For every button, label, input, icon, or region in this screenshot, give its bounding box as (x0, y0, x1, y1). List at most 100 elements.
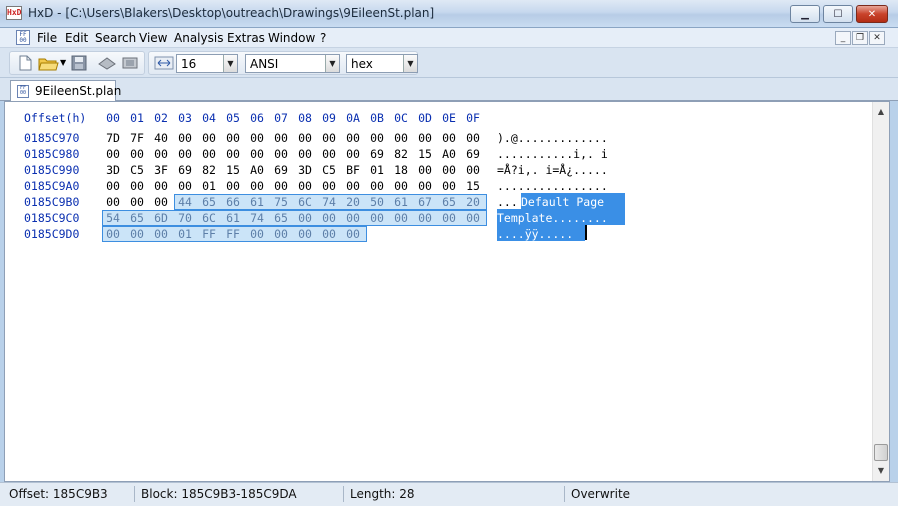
scroll-up-arrow-icon[interactable]: ▲ (873, 104, 889, 120)
charset-select[interactable]: ANSI ▼ (245, 54, 340, 73)
hex-byte[interactable]: 00 (343, 211, 363, 225)
hex-byte[interactable]: 82 (199, 163, 219, 177)
hex-byte[interactable]: 00 (391, 131, 411, 145)
hex-byte[interactable]: 69 (271, 163, 291, 177)
hex-byte[interactable]: 40 (151, 131, 171, 145)
hex-byte[interactable]: 00 (295, 211, 315, 225)
hex-byte[interactable]: 00 (247, 147, 267, 161)
hex-byte[interactable]: C5 (127, 163, 147, 177)
hex-byte[interactable]: 00 (127, 147, 147, 161)
hex-byte[interactable]: 00 (439, 131, 459, 145)
hex-byte[interactable]: 00 (439, 211, 459, 225)
hex-byte[interactable]: 00 (343, 179, 363, 193)
menu-analysis[interactable]: Analysis (174, 31, 223, 45)
chevron-down-icon[interactable]: ▼ (325, 55, 339, 72)
hex-byte[interactable]: 69 (463, 147, 483, 161)
hex-byte[interactable]: FF (223, 227, 243, 241)
hex-byte[interactable]: 00 (367, 211, 387, 225)
hex-byte[interactable]: 66 (223, 195, 243, 209)
ascii-text-selected[interactable]: Default Page (521, 195, 611, 209)
tab-9eileenst-plan[interactable]: FF 00 9EileenSt.plan (10, 80, 121, 102)
hex-byte[interactable]: 00 (391, 211, 411, 225)
hex-byte[interactable]: 6C (295, 195, 315, 209)
mdi-restore-button[interactable]: ❐ (852, 31, 868, 45)
hex-byte[interactable]: 74 (247, 211, 267, 225)
scroll-down-arrow-icon[interactable]: ▼ (873, 463, 889, 479)
hex-byte[interactable]: 00 (295, 147, 315, 161)
hex-byte[interactable]: 00 (367, 131, 387, 145)
vertical-scrollbar[interactable]: ▲ ▼ (872, 102, 889, 481)
hex-byte[interactable]: 00 (319, 131, 339, 145)
hex-byte[interactable]: 00 (343, 131, 363, 145)
hex-byte[interactable]: 00 (247, 131, 267, 145)
hex-byte[interactable]: 20 (343, 195, 363, 209)
hex-byte[interactable]: 01 (199, 179, 219, 193)
hex-byte[interactable]: 69 (367, 147, 387, 161)
hex-byte[interactable]: 00 (199, 131, 219, 145)
hex-byte[interactable]: 00 (127, 227, 147, 241)
hex-byte[interactable]: 00 (151, 195, 171, 209)
hex-byte[interactable]: 6C (199, 211, 219, 225)
hex-byte[interactable]: 67 (415, 195, 435, 209)
hex-byte[interactable]: 00 (151, 179, 171, 193)
hex-byte[interactable]: 00 (439, 163, 459, 177)
hex-byte[interactable]: 01 (175, 227, 195, 241)
hex-byte[interactable]: 00 (295, 179, 315, 193)
hex-byte[interactable]: 3D (103, 163, 123, 177)
mdi-close-button[interactable]: ✕ (869, 31, 885, 45)
ascii-text-selected[interactable]: Template........ (497, 211, 608, 225)
hex-byte[interactable]: 15 (415, 147, 435, 161)
hex-byte[interactable]: 61 (247, 195, 267, 209)
hex-byte[interactable]: 00 (223, 147, 243, 161)
hex-byte[interactable]: 00 (175, 179, 195, 193)
chevron-down-icon[interactable]: ▼ (403, 55, 417, 72)
hex-byte[interactable]: 7F (127, 131, 147, 145)
hex-byte[interactable]: 00 (103, 147, 123, 161)
menu-help[interactable]: ? (320, 31, 326, 45)
hex-byte[interactable]: 00 (415, 211, 435, 225)
hex-byte[interactable]: BF (343, 163, 363, 177)
hex-byte[interactable]: FF (199, 227, 219, 241)
hex-byte[interactable]: 00 (415, 179, 435, 193)
hex-byte[interactable]: 00 (295, 227, 315, 241)
hex-byte[interactable]: 82 (391, 147, 411, 161)
hex-byte[interactable]: 15 (463, 179, 483, 193)
hex-byte[interactable]: 00 (415, 131, 435, 145)
hex-byte[interactable]: 3D (295, 163, 315, 177)
ascii-text-selected[interactable]: ....ÿÿ..... (497, 227, 573, 241)
hex-byte[interactable]: 00 (295, 131, 315, 145)
hex-byte[interactable]: 00 (463, 131, 483, 145)
hex-byte[interactable]: 00 (391, 179, 411, 193)
hex-byte[interactable]: 00 (319, 227, 339, 241)
hex-byte[interactable]: 01 (367, 163, 387, 177)
ascii-text[interactable]: ................ (497, 179, 608, 193)
hex-byte[interactable]: 00 (151, 147, 171, 161)
hex-byte[interactable]: 00 (271, 227, 291, 241)
hex-byte[interactable]: 00 (271, 147, 291, 161)
ascii-text[interactable]: ).@............. (497, 131, 608, 145)
hex-byte[interactable]: 50 (367, 195, 387, 209)
ascii-text[interactable]: ...........i,. i (497, 147, 608, 161)
save-icon[interactable] (70, 55, 88, 71)
chevron-down-icon[interactable]: ▼ (223, 55, 237, 72)
maximize-button[interactable]: ☐ (823, 5, 853, 23)
hex-byte[interactable]: 00 (319, 147, 339, 161)
hex-byte[interactable]: 00 (439, 179, 459, 193)
hex-byte[interactable]: 54 (103, 211, 123, 225)
hex-byte[interactable]: 00 (103, 227, 123, 241)
menu-window[interactable]: Window (268, 31, 315, 45)
menu-edit[interactable]: Edit (65, 31, 88, 45)
close-button[interactable]: ✕ (856, 5, 888, 23)
hex-byte[interactable]: 00 (415, 163, 435, 177)
hex-byte[interactable]: 00 (127, 195, 147, 209)
hex-byte[interactable]: 00 (223, 179, 243, 193)
new-file-icon[interactable] (16, 55, 34, 71)
mdi-minimize-button[interactable]: _ (835, 31, 851, 45)
hex-byte[interactable]: 00 (271, 179, 291, 193)
hex-byte[interactable]: A0 (439, 147, 459, 161)
hex-byte[interactable]: 15 (223, 163, 243, 177)
hex-byte[interactable]: 69 (175, 163, 195, 177)
hex-byte[interactable]: 00 (127, 179, 147, 193)
document-icon[interactable]: FF 00 (16, 30, 30, 45)
hex-byte[interactable]: C5 (319, 163, 339, 177)
